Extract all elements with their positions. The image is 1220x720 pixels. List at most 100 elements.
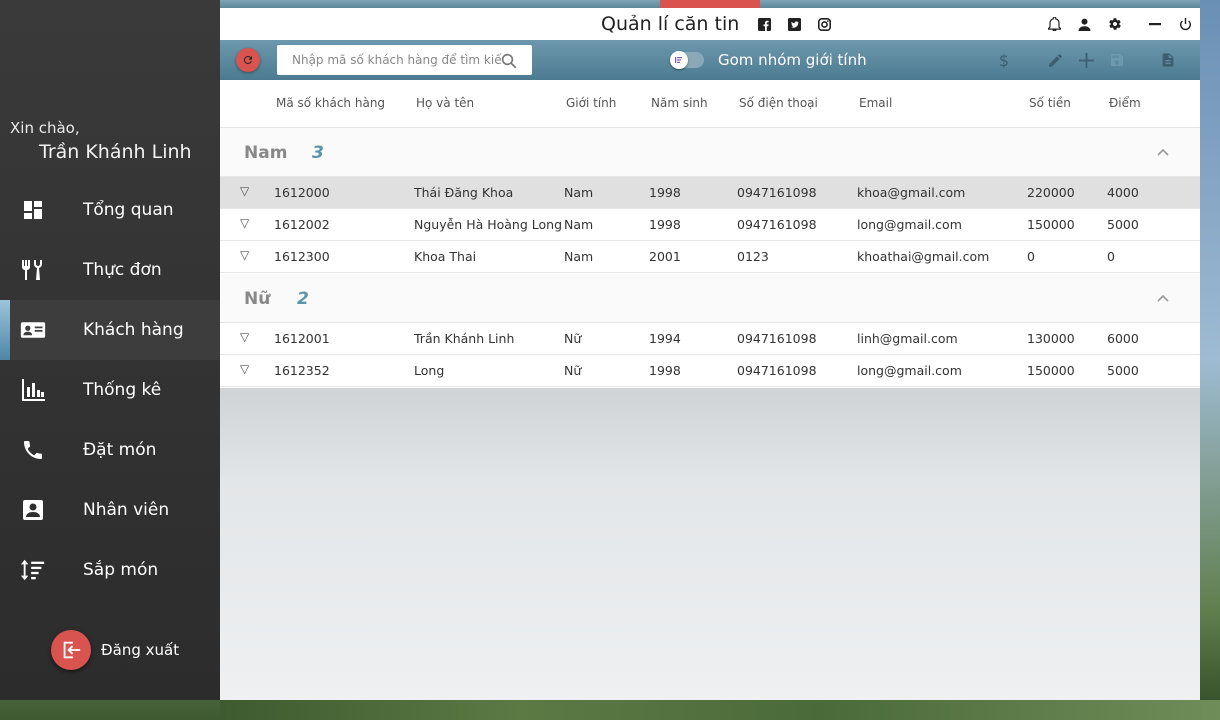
table-row[interactable]: ▽ 1612000 Thái Đăng Khoa Nam 1998 094716… — [220, 177, 1200, 209]
cell-money: 150000 — [1027, 363, 1075, 378]
add-icon[interactable] — [1077, 51, 1095, 69]
cell-email: long@gmail.com — [857, 217, 962, 232]
minimize-icon[interactable] — [1148, 17, 1162, 31]
column-header[interactable]: Điểm — [1109, 96, 1141, 110]
cell-email: linh@gmail.com — [857, 331, 958, 346]
instagram-icon[interactable] — [817, 17, 831, 31]
gear-icon[interactable] — [1108, 17, 1122, 31]
sidebar-nav: Tổng quan Thực đơn Khách hàng Thống kê Đ… — [0, 180, 220, 600]
table-row[interactable]: ▽ 1612001 Trần Khánh Linh Nữ 1994 094716… — [220, 323, 1200, 355]
cell-email: khoa@gmail.com — [857, 185, 966, 200]
cell-points: 6000 — [1107, 331, 1139, 346]
sidebar-item-staff[interactable]: Nhân viên — [0, 480, 220, 540]
chevron-up-icon[interactable] — [1155, 290, 1171, 306]
bell-icon[interactable] — [1047, 17, 1061, 31]
group-name: Nam — [244, 143, 288, 163]
cell-id: 1612352 — [274, 363, 330, 378]
cell-id: 1612002 — [274, 217, 330, 232]
group-by-gender-toggle[interactable] — [670, 51, 704, 69]
sidebar-item-label: Khách hàng — [83, 320, 184, 340]
cell-name: Trần Khánh Linh — [414, 331, 515, 346]
cell-birth-year: 1998 — [649, 217, 681, 232]
column-header[interactable]: Số điện thoại — [739, 96, 818, 110]
sidebar-item-statistics[interactable]: Thống kê — [0, 360, 220, 420]
table-header: Mã số khách hàng Họ và tên Giới tính Năm… — [220, 80, 1200, 128]
edit-icon[interactable] — [1046, 51, 1064, 69]
phone-icon — [20, 437, 46, 463]
document-icon[interactable] — [1159, 51, 1177, 69]
cell-name: Thái Đăng Khoa — [414, 185, 514, 200]
toolbar: Gom nhóm giới tính $ — [220, 40, 1200, 80]
sidebar-item-arrange[interactable]: Sắp món — [0, 540, 220, 600]
refresh-icon — [242, 51, 254, 70]
contact-card-icon — [20, 317, 46, 343]
twitter-icon[interactable] — [787, 17, 801, 31]
group-icon — [670, 51, 688, 69]
expand-triangle-icon[interactable]: ▽ — [240, 362, 249, 376]
cell-birth-year: 1998 — [649, 363, 681, 378]
expand-triangle-icon[interactable]: ▽ — [240, 248, 249, 262]
dollar-icon[interactable]: $ — [995, 51, 1013, 69]
cell-phone: 0947161098 — [737, 331, 817, 346]
column-header[interactable]: Họ và tên — [416, 96, 474, 110]
expand-triangle-icon[interactable]: ▽ — [240, 330, 249, 344]
user-name: Trần Khánh Linh — [39, 141, 192, 163]
sidebar-item-customers[interactable]: Khách hàng — [0, 300, 220, 360]
title-bar: Quản lí căn tin — [220, 8, 1200, 40]
table-row[interactable]: ▽ 1612002 Nguyễn Hà Hoàng Long Nam 1998 … — [220, 209, 1200, 241]
sidebar-item-label: Tổng quan — [83, 200, 174, 220]
column-header[interactable]: Mã số khách hàng — [276, 96, 385, 110]
sort-icon — [20, 557, 46, 583]
cell-phone: 0947161098 — [737, 217, 817, 232]
sidebar-item-order[interactable]: Đặt món — [0, 420, 220, 480]
bar-chart-icon — [20, 377, 46, 403]
group-toggle-label: Gom nhóm giới tính — [718, 51, 867, 69]
greeting-text: Xin chào, — [10, 119, 80, 137]
column-header[interactable]: Giới tính — [566, 96, 616, 110]
user-icon[interactable] — [1077, 17, 1091, 31]
sidebar-item-menu[interactable]: Thực đơn — [0, 240, 220, 300]
desktop-background — [1200, 0, 1220, 720]
facebook-icon[interactable] — [757, 17, 771, 31]
cell-id: 1612300 — [274, 249, 330, 264]
logout-icon — [51, 630, 91, 670]
cell-money: 150000 — [1027, 217, 1075, 232]
search-box — [277, 45, 532, 75]
app-title: Quản lí căn tin — [601, 13, 740, 35]
column-header[interactable]: Năm sinh — [651, 96, 708, 110]
desktop-background-bottom — [220, 700, 1220, 720]
sidebar-item-overview[interactable]: Tổng quan — [0, 180, 220, 240]
cell-name: Nguyễn Hà Hoàng Long — [414, 217, 563, 232]
cell-phone: 0947161098 — [737, 363, 817, 378]
chevron-up-icon[interactable] — [1155, 144, 1171, 160]
cell-gender: Nữ — [564, 363, 582, 378]
cell-money: 130000 — [1027, 331, 1075, 346]
cell-points: 5000 — [1107, 363, 1139, 378]
cell-id: 1612000 — [274, 185, 330, 200]
sidebar-item-label: Nhân viên — [83, 500, 170, 520]
restaurant-icon — [20, 257, 46, 283]
column-header[interactable]: Số tiền — [1029, 96, 1071, 110]
save-icon[interactable] — [1108, 51, 1126, 69]
cell-gender: Nam — [564, 249, 594, 264]
cell-points: 5000 — [1107, 217, 1139, 232]
group-header-male[interactable]: Nam 3 — [220, 128, 1200, 177]
cell-id: 1612001 — [274, 331, 330, 346]
refresh-button[interactable] — [236, 48, 260, 72]
column-header[interactable]: Email — [859, 96, 892, 110]
table-row[interactable]: ▽ 1612300 Khoa Thai Nam 2001 0123 khoath… — [220, 241, 1200, 273]
group-header-female[interactable]: Nữ 2 — [220, 274, 1200, 323]
window-drag-handle[interactable] — [660, 0, 760, 8]
search-input[interactable] — [292, 53, 502, 67]
cell-name: Long — [414, 363, 445, 378]
cell-gender: Nam — [564, 217, 594, 232]
expand-triangle-icon[interactable]: ▽ — [240, 216, 249, 230]
expand-triangle-icon[interactable]: ▽ — [240, 184, 249, 198]
table-row[interactable]: ▽ 1612352 Long Nữ 1998 0947161098 long@g… — [220, 355, 1200, 387]
power-icon[interactable] — [1178, 17, 1192, 31]
logout-button[interactable]: Đăng xuất — [51, 630, 179, 670]
search-icon[interactable] — [500, 52, 518, 70]
cell-points: 0 — [1107, 249, 1115, 264]
dashboard-icon — [20, 197, 46, 223]
cell-email: khoathai@gmail.com — [857, 249, 990, 264]
